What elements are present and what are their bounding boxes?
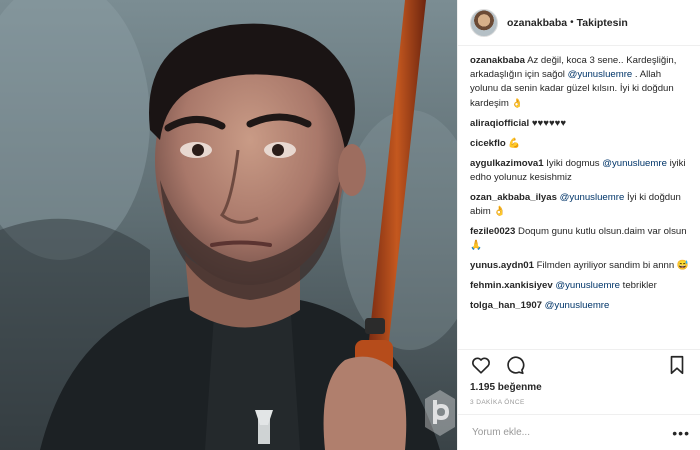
caption: ozanakbaba Az değil, koca 3 sene.. Karde… — [470, 54, 690, 111]
comment-input[interactable] — [470, 426, 673, 439]
comment-username[interactable]: fezile0023 — [470, 226, 515, 237]
likes-count[interactable]: 1.195 beğenme — [458, 380, 700, 393]
comment-item: aliraqiofficial ♥♥♥♥♥♥ — [470, 117, 690, 131]
comment-username[interactable]: ozan_akbaba_ilyas — [470, 192, 557, 203]
comment-item: cicekflo 💪 — [470, 137, 690, 151]
caption-mention[interactable]: @yunusluemre — [568, 69, 633, 80]
comment-text: Iyiki dogmus — [546, 158, 603, 169]
photo-illustration — [0, 0, 457, 450]
comment-item: fezile0023 Doqum gunu kutlu olsun.daim v… — [470, 225, 690, 253]
comment-mention[interactable]: @yunusluemre — [602, 158, 667, 169]
caption-username[interactable]: ozanakbaba — [470, 55, 525, 66]
comment-mention[interactable]: @yunusluemre — [545, 300, 610, 311]
watermark-logo — [425, 390, 455, 436]
action-bar — [458, 349, 700, 380]
comment-icon[interactable] — [504, 354, 526, 376]
comment-username[interactable]: aliraqiofficial — [470, 118, 529, 129]
ok-hand-emoji: 👌 — [511, 98, 523, 108]
avatar[interactable] — [470, 8, 498, 37]
follow-status[interactable]: Takiptesin — [577, 17, 628, 29]
comment-text: 💪 — [508, 138, 521, 149]
comment-item: yunus.aydn01 Filmden ayriliyor sandim bi… — [470, 259, 690, 273]
comment-item: fehmin.xankisiyev @yunusluemre tebrikler — [470, 279, 690, 293]
post-side-panel: ozanakbaba • Takiptesin ozanakbaba Az de… — [457, 0, 700, 450]
post-timestamp: 3 DAKİKA ÖNCE — [470, 399, 525, 406]
post-header: ozanakbaba • Takiptesin — [458, 0, 700, 46]
comments-list[interactable]: ozanakbaba Az değil, koca 3 sene.. Karde… — [458, 46, 700, 349]
bookmark-icon[interactable] — [666, 354, 688, 376]
header-username[interactable]: ozanakbaba — [507, 17, 567, 29]
comment-username[interactable]: tolga_han_1907 — [470, 300, 542, 311]
comment-text: Filmden ayriliyor sandim bi annn 😅 — [536, 260, 689, 271]
comment-text-after: tebrikler — [620, 280, 657, 291]
comment-item: tolga_han_1907 @yunusluemre — [470, 299, 690, 313]
comment-text: ♥♥♥♥♥♥ — [531, 118, 567, 129]
post-photo[interactable] — [0, 0, 457, 450]
comment-item: aygulkazimova1 Iyiki dogmus @yunusluemre… — [470, 157, 690, 185]
comment-item: ozan_akbaba_ilyas @yunusluemre İyi ki do… — [470, 191, 690, 219]
heart-icon[interactable] — [470, 354, 492, 376]
comment-username[interactable]: aygulkazimova1 — [470, 158, 544, 169]
header-separator: • — [570, 17, 574, 28]
instagram-post: ozanakbaba • Takiptesin ozanakbaba Az de… — [0, 0, 700, 450]
add-comment-bar: ••• — [458, 414, 700, 450]
comment-username[interactable]: fehmin.xankisiyev — [470, 280, 553, 291]
comment-username[interactable]: yunus.aydn01 — [470, 260, 534, 271]
comment-username[interactable]: cicekflo — [470, 138, 506, 149]
comment-mention[interactable]: @yunusluemre — [555, 280, 620, 291]
more-options-icon[interactable]: ••• — [672, 425, 690, 441]
comment-mention[interactable]: @yunusluemre — [560, 192, 625, 203]
